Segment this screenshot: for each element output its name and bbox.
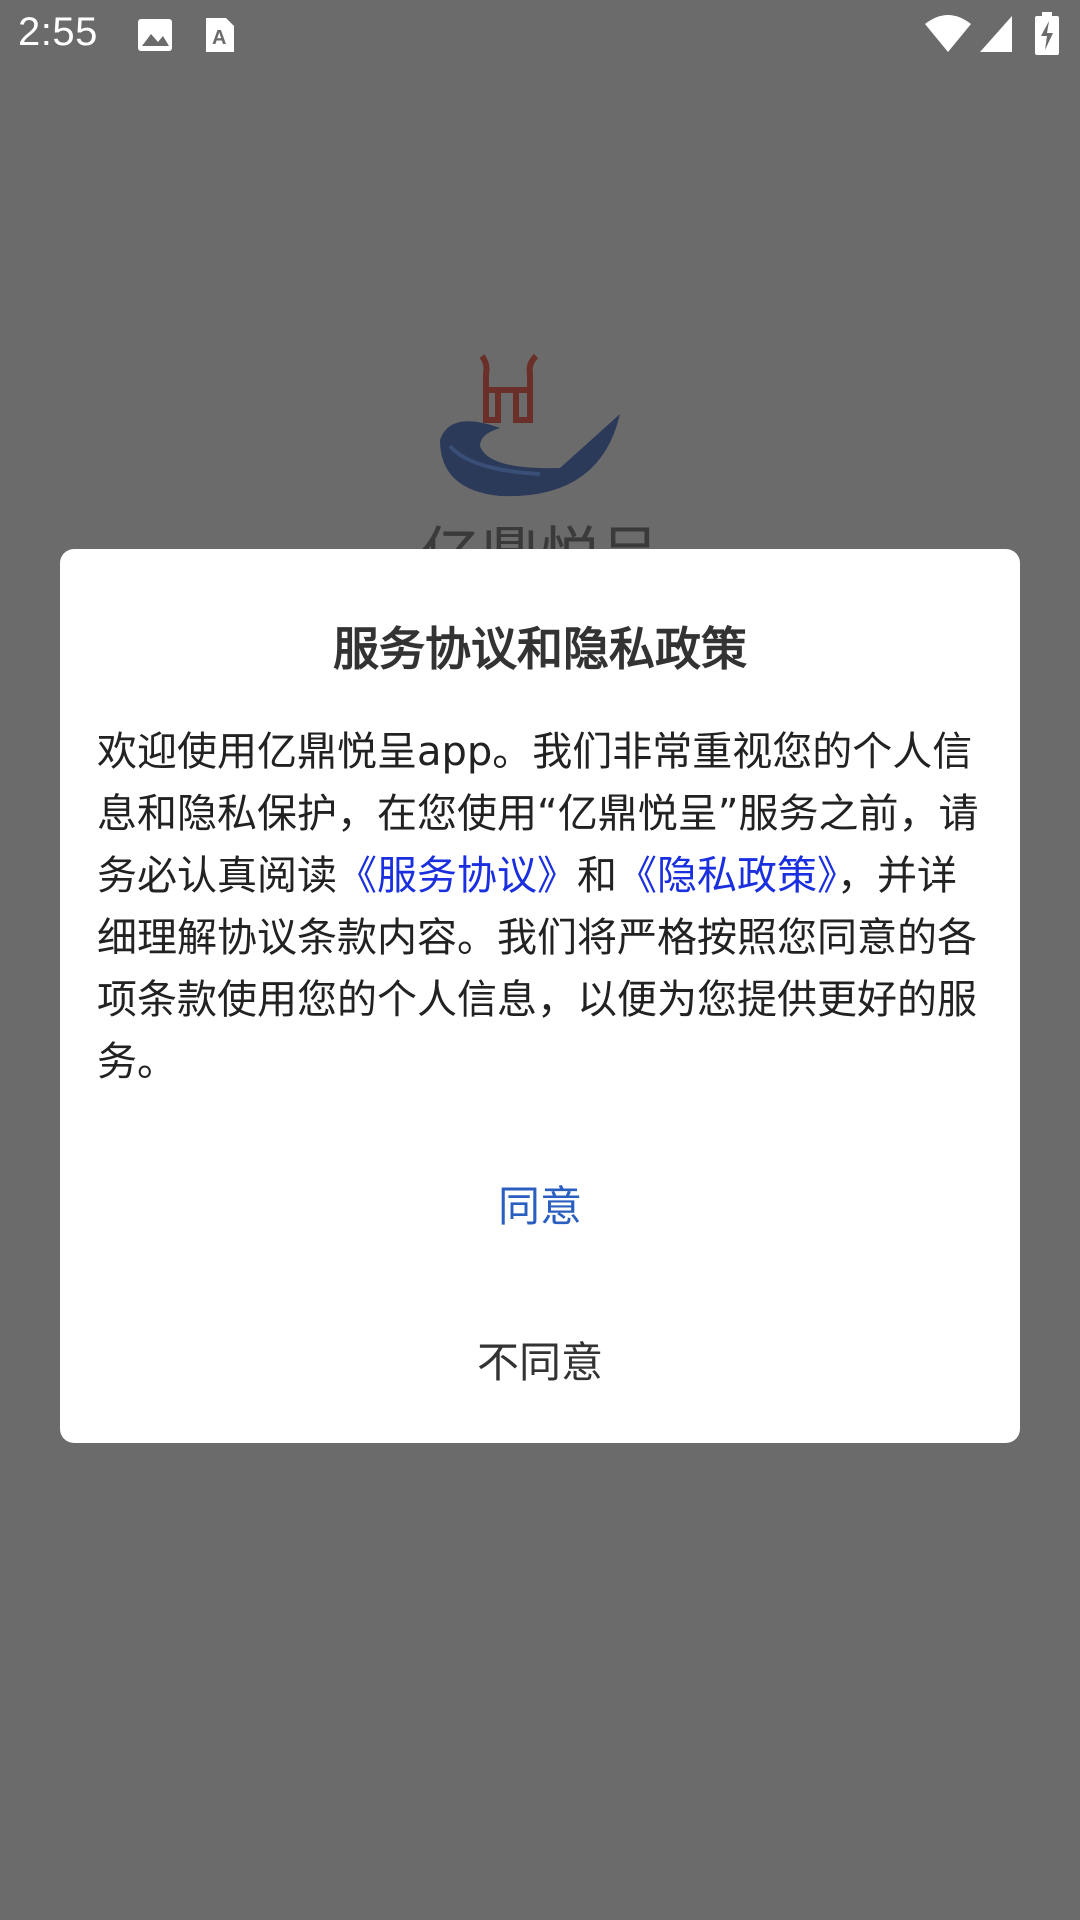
disagree-button[interactable]: 不同意 xyxy=(60,1313,1020,1413)
signal-icon xyxy=(978,14,1014,58)
status-bar: 2:55 A xyxy=(0,0,1080,72)
privacy-policy-link[interactable]: 《隐私政策》 xyxy=(617,853,837,899)
battery-charging-icon xyxy=(1034,12,1060,60)
app-logo xyxy=(440,350,660,500)
agree-button[interactable]: 同意 xyxy=(60,1157,1020,1257)
body-text-and: 和 xyxy=(577,853,617,899)
wifi-icon xyxy=(924,14,972,58)
svg-text:A: A xyxy=(212,27,226,49)
dialog-body: 欢迎使用亿鼎悦呈app。我们非常重视您的个人信息和隐私保护，在您使用“亿鼎悦呈”… xyxy=(97,721,987,1093)
app-name-background: 亿鼎悦呈 xyxy=(420,520,660,550)
image-icon xyxy=(136,16,174,58)
privacy-dialog: 服务协议和隐私政策 欢迎使用亿鼎悦呈app。我们非常重视您的个人信息和隐私保护，… xyxy=(60,549,1020,1443)
dialog-title: 服务协议和隐私政策 xyxy=(333,622,747,676)
status-time: 2:55 xyxy=(18,10,98,54)
service-agreement-link[interactable]: 《服务协议》 xyxy=(337,853,577,899)
text-a-icon: A xyxy=(204,16,236,58)
